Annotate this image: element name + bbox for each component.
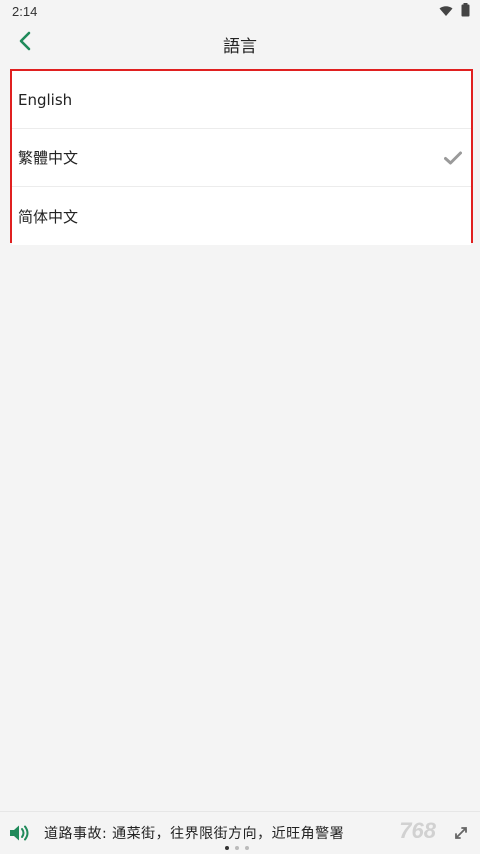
page-dot [225,846,229,850]
collapse-icon[interactable] [450,822,472,844]
page-title: 語言 [223,37,257,57]
language-item-traditional-chinese[interactable]: 繁體中文 [12,129,471,187]
battery-icon [461,2,470,21]
watermark-logo: 768 [399,818,436,843]
language-label: 简体中文 [18,207,79,226]
wifi-icon [439,2,453,21]
language-item-simplified-chinese[interactable]: 简体中文 [12,187,471,245]
status-time: 2:14 [12,3,38,19]
checkmark-icon [443,148,463,168]
app-bar: 語言 [0,22,480,66]
language-label: 繁體中文 [18,149,79,167]
language-list: English 繁體中文 简体中文 [10,69,473,245]
language-label: English [18,90,73,109]
speaker-icon [8,821,32,845]
page-indicator [225,846,249,850]
page-dot [235,846,239,850]
status-bar: 2:14 [0,0,480,22]
ticker-text: 道路事故: 通菜街，往界限街方向，近旺角警署 [44,826,345,842]
language-item-english[interactable]: English [12,71,471,129]
status-icons [439,2,470,21]
page-dot [245,846,249,850]
